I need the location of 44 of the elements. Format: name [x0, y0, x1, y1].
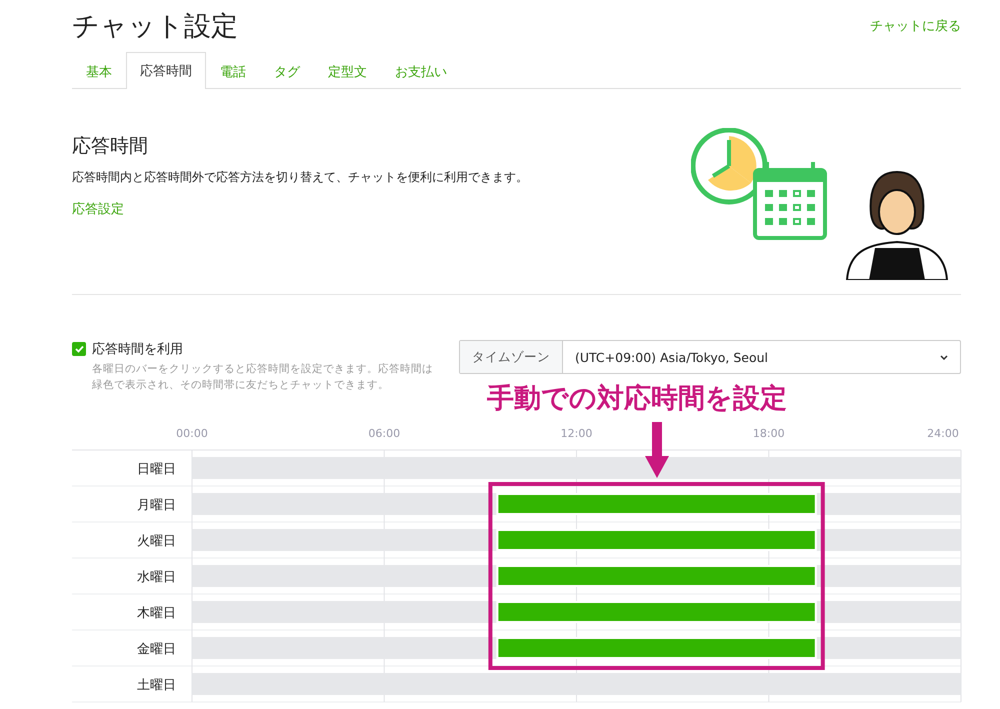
timezone-select[interactable]: タイムゾーン (UTC+09:00) Asia/Tokyo, Seoul — [459, 340, 961, 374]
day-label: 木曜日 — [137, 606, 176, 620]
annotation-text: 手動での対応時間を設定 — [487, 382, 787, 416]
off-hours-bar[interactable] — [816, 564, 961, 586]
hours-bar[interactable] — [496, 600, 817, 622]
hours-bar[interactable] — [496, 528, 817, 550]
day-label: 土曜日 — [137, 678, 176, 692]
day-label: 月曜日 — [137, 498, 176, 512]
hours-bar[interactable] — [496, 636, 817, 658]
off-hours-bar[interactable] — [816, 600, 961, 622]
down-arrow — [644, 422, 669, 478]
tab[interactable]: 電話 — [206, 53, 260, 89]
day-label: 水曜日 — [137, 570, 176, 584]
off-hours-bar[interactable] — [816, 492, 961, 514]
axis-label: 18:00 — [752, 426, 785, 440]
off-hours-bar[interactable] — [816, 528, 961, 550]
off-hours-bar[interactable] — [816, 636, 961, 658]
axis-label: 00:00 — [176, 426, 208, 440]
tab[interactable]: 基本 — [72, 53, 126, 89]
page-title: チャット設定 — [72, 10, 238, 44]
clock-calendar-icon — [691, 128, 829, 242]
tab[interactable]: 定型文 — [314, 53, 381, 89]
checkbox[interactable] — [72, 342, 86, 356]
hours-bar[interactable] — [496, 564, 817, 586]
help-text: 各曜日のバーをクリックすると応答時間を設定できます。応答時間は緑色で表示され、その時間帯に友だちとチャットできます。 — [92, 362, 434, 393]
day-label: 火曜日 — [137, 534, 176, 548]
axis-label: 24:00 — [927, 426, 959, 440]
section-description: 応答時間内と応答時間外で応答方法を切り替えて、チャットを便利に利用できます。 — [72, 169, 529, 186]
caret-icon — [940, 354, 948, 360]
tab[interactable]: お支払い — [381, 53, 461, 89]
tab[interactable]: 応答時間 — [126, 52, 206, 89]
day-label: 日曜日 — [137, 462, 176, 476]
person-silhouette-icon — [845, 168, 949, 280]
tab[interactable]: タグ — [260, 53, 314, 89]
back-link[interactable]: チャットに戻る — [870, 17, 961, 35]
day-label: 金曜日 — [137, 642, 176, 656]
axis-label: 06:00 — [368, 426, 400, 440]
timezone-value: (UTC+09:00) Asia/Tokyo, Seoul — [574, 350, 770, 364]
section-heading: 応答時間 — [72, 134, 149, 159]
timezone-label: タイムゾーン — [460, 341, 563, 373]
checkbox-label: 応答時間を利用 — [92, 341, 183, 358]
hours-bar[interactable] — [496, 492, 817, 514]
axis-label: 12:00 — [560, 426, 592, 440]
response-settings-link[interactable]: 応答設定 — [72, 200, 124, 218]
